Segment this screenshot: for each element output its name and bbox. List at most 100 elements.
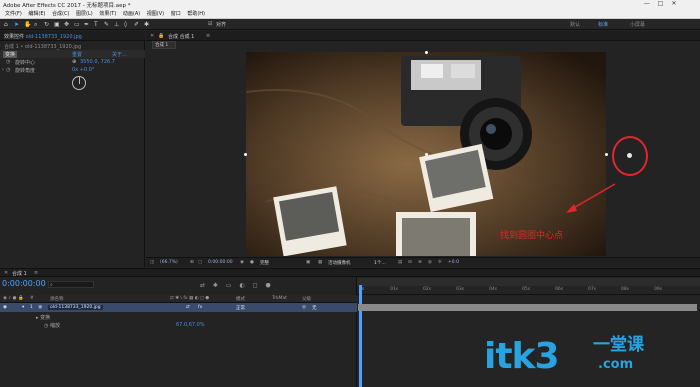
layer-handle-right[interactable] [605,153,608,156]
timeline-tab[interactable]: 合成 1 [12,270,27,277]
channel-icon[interactable]: ● [250,260,254,265]
layer-duration-bar[interactable] [358,304,697,311]
region-icon[interactable]: ▣ [306,260,310,265]
hand-tool-icon[interactable]: ✋ [24,21,31,28]
menu-file[interactable]: 文件(F) [5,10,22,17]
always-preview-icon[interactable]: ◫ [150,260,154,265]
menu-window[interactable]: 窗口 [171,10,181,17]
tools-bar: ⌂ ➤ ✋ ⌕ ↻ ▣ ✥ ▭ ✒ T ✎ ⊥ ◊ ✐ ✱ ☑ 对齐 默认 标准… [0,19,700,30]
anchor-value[interactable]: 3550.0, 726.7 [80,59,115,65]
menu-icon[interactable]: ≡ [206,33,210,39]
layer-handle-center[interactable] [425,153,428,156]
close-button[interactable]: ✕ [668,0,680,7]
zoom-tool-icon[interactable]: ⌕ [34,21,37,29]
workspace-small[interactable]: 小屏幕 [630,21,645,28]
home-icon[interactable]: ⌂ [4,21,8,28]
stopwatch-icon[interactable]: ◷ [6,59,10,65]
header-source-name[interactable]: 源名称 [50,296,64,302]
fx-name[interactable]: 变换 [3,51,18,58]
rotate-tool-icon[interactable]: ↻ [44,21,49,28]
minimize-button[interactable]: — [641,0,653,7]
stopwatch-icon[interactable]: ◷ [6,67,10,73]
rotation-center-point[interactable] [627,153,632,158]
composition-subtab[interactable]: 合成 1 [152,41,176,49]
footer-time[interactable]: 0:00:00:00 [208,260,233,265]
spiral-icon[interactable]: ◎ [302,305,306,310]
expand-arrow-icon[interactable]: ▾ [22,305,24,310]
camera-icon[interactable]: ◍ [428,260,432,265]
roto-tool-icon[interactable]: ✐ [134,21,139,28]
header-switches: ⇄ ✱ \ fx ▦ ◐ ◻ ⬣ [170,296,210,301]
angle-dial[interactable] [72,76,86,90]
layer-handle-left[interactable] [244,153,247,156]
brush-tool-icon[interactable]: ✎ [104,21,109,28]
grid-icon[interactable]: ⊞ [190,260,194,265]
text-tool-icon[interactable]: T [94,21,98,28]
menu-help[interactable]: 帮助(H) [187,10,205,17]
layer-fx-icon[interactable]: fx [198,305,202,310]
angle-label: 旋转角度 [15,68,36,74]
fx-reset-link[interactable]: 重置 [72,51,82,58]
scale-value[interactable]: 67.0,67.0% [176,322,205,328]
layer-row[interactable]: ◉ ▾ 1 ▣ old-1138733_1920.jpg ⇄ fx 正常 ◎ 无 [0,303,357,312]
workspace-default[interactable]: 默认 [570,21,580,28]
menu-icon[interactable]: ≡ [34,270,38,276]
render-icon[interactable]: ▤ [398,260,402,265]
time-ruler[interactable]: 0s 01s 02s 03s 04s 05s 06s 07s 08s 09s [357,287,700,295]
header-parent[interactable]: 父级 [302,296,311,302]
brightness-icon[interactable]: ✲ [438,260,442,265]
ruler-tick: 06s [555,287,564,292]
layer-search-input[interactable]: ⌕ [48,281,94,288]
eraser-tool-icon[interactable]: ◊ [124,21,127,28]
layer-mode[interactable]: 正常 [236,305,245,311]
stamp-tool-icon[interactable]: ⊥ [114,21,119,28]
rectangle-tool-icon[interactable]: ▭ [74,21,80,28]
menu-composition[interactable]: 合成(C) [52,10,69,17]
snapshot-icon[interactable]: ◉ [240,260,244,265]
work-area-bar[interactable] [357,278,700,286]
layer-switch-icon[interactable]: ⇄ [186,305,190,310]
playhead[interactable] [359,285,362,387]
menu-animation[interactable]: 动画(A) [123,10,140,17]
selection-tool-icon[interactable]: ➤ [14,21,19,28]
current-time[interactable]: 0:00:00:00 [2,279,46,288]
layer-parent[interactable]: 无 [312,305,317,311]
mask-icon[interactable]: ▢ [198,260,202,265]
camera-tool-icon[interactable]: ▣ [54,21,60,28]
close-icon[interactable]: ✕ [4,270,8,276]
expand-arrow-icon[interactable]: › [2,67,4,73]
camera-select[interactable]: 活动摄像机 [328,260,351,266]
maximize-button[interactable]: □ [654,0,666,7]
header-mode[interactable]: 模式 [236,296,245,302]
pen-tool-icon[interactable]: ✒ [84,21,89,28]
flowchart-icon[interactable]: ⊟ [408,260,412,265]
crosshair-icon[interactable]: ⊕ [72,59,76,65]
fx-about-link[interactable]: 关于... [112,51,127,58]
menu-effect[interactable]: 效果(T) [99,10,116,17]
header-trkmat[interactable]: TrkMat [272,296,287,301]
snap-checkbox[interactable]: ☑ [208,21,212,27]
composition-tab[interactable]: 合成 合成 1 [168,33,194,40]
layer-name[interactable]: old-1138733_1920.jpg [48,305,103,310]
angle-value[interactable]: 0x +0.0° [72,67,94,73]
workspace-standard[interactable]: 标准 [598,21,608,28]
visibility-icon[interactable]: ◉ [3,305,7,310]
scale-row[interactable]: ◷ 缩放 [44,322,60,329]
resolution-select[interactable]: 完整 [260,260,269,266]
pan-tool-icon[interactable]: ✥ [64,21,69,28]
lock-icon[interactable]: 🔒 [158,33,164,39]
transparency-icon[interactable]: ▦ [318,260,322,265]
timeline-switch-icons[interactable]: ⇄ ✱ ▭ ◐ ◻ ⬣ [200,282,271,289]
menu-edit[interactable]: 编辑(E) [28,10,45,17]
exposure-value[interactable]: +0.0 [448,260,459,265]
sublayer-transform[interactable]: ▸ 变换 [36,314,50,321]
layer-handle-top[interactable] [425,51,428,54]
menu-view[interactable]: 视图(V) [147,10,164,17]
zoom-level[interactable]: (66.7%) [160,260,178,265]
close-icon[interactable]: ✕ [150,33,154,39]
effect-controls-tab[interactable]: 效果控件 old-1138733_1920.jpg [0,31,145,41]
menu-layer[interactable]: 图层(L) [76,10,93,17]
puppet-tool-icon[interactable]: ✱ [144,21,149,28]
views-select[interactable]: 1个... [374,260,386,266]
reset-exposure-icon[interactable]: ⊗ [418,260,422,265]
